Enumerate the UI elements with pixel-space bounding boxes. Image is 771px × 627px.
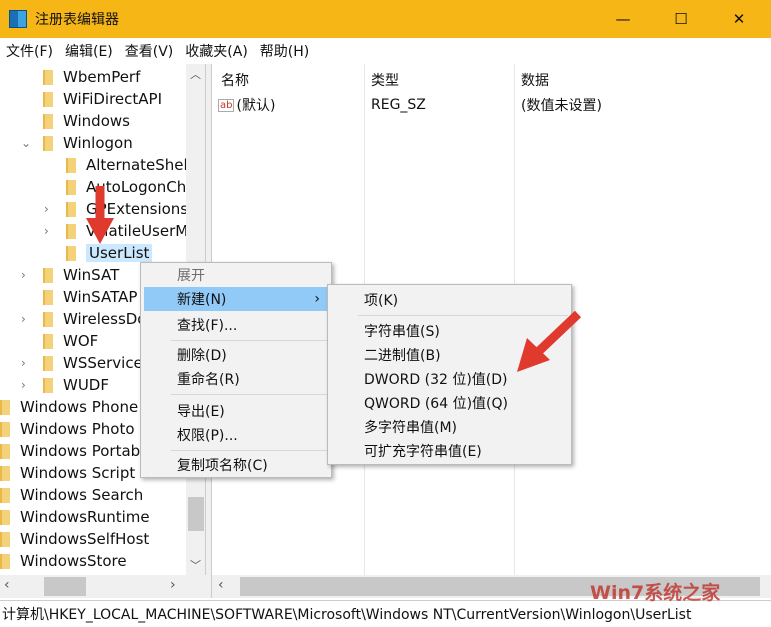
annotation-arrows	[86, 186, 582, 372]
red-arrow-diagonal-icon	[517, 310, 582, 372]
red-arrow-down-icon	[86, 186, 114, 244]
